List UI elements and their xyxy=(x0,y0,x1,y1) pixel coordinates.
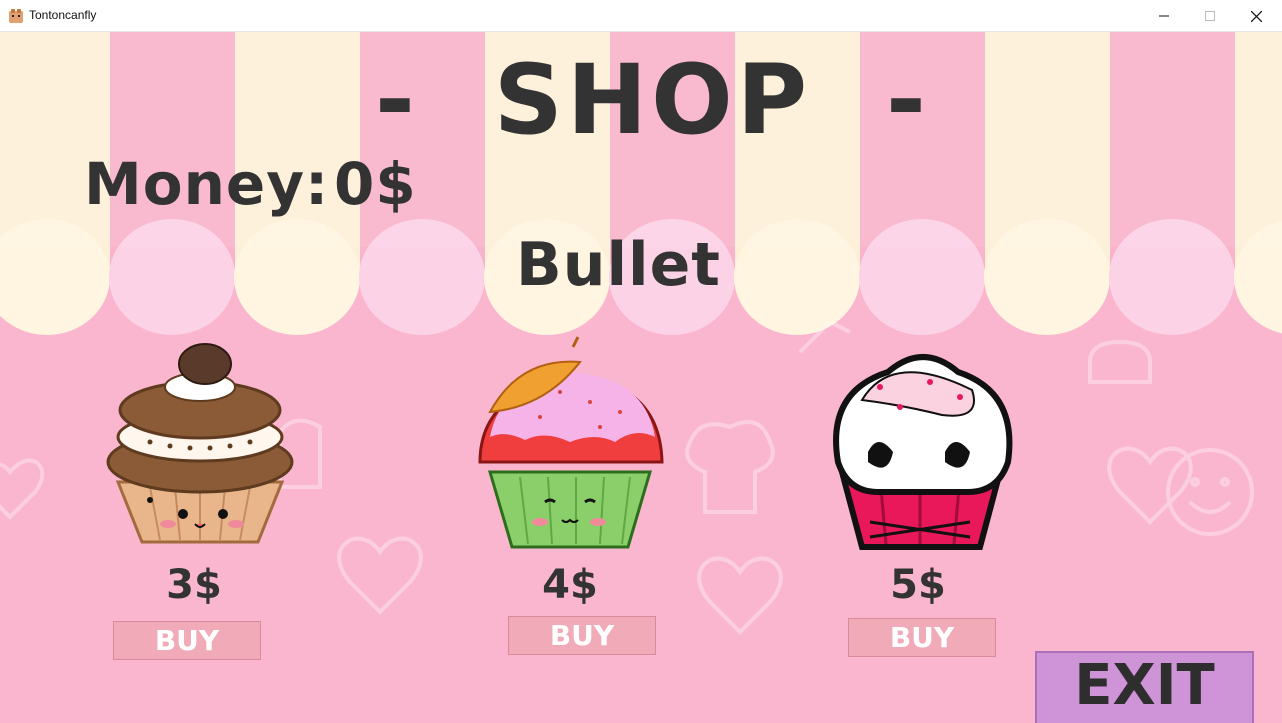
category-title: Bullet xyxy=(516,230,721,300)
minimize-button[interactable] xyxy=(1141,0,1187,32)
maximize-icon xyxy=(1205,11,1215,21)
cupcake-skull-image xyxy=(833,354,1013,550)
window-titlebar: Tontoncanfly xyxy=(0,0,1282,32)
buy-button-item-3[interactable]: BUY xyxy=(848,618,996,657)
close-icon xyxy=(1250,10,1262,22)
exit-button[interactable]: EXIT xyxy=(1035,651,1254,723)
item-2-price: 4$ xyxy=(542,562,598,608)
buy-button-item-2[interactable]: BUY xyxy=(508,616,656,655)
money-value: 0$ xyxy=(334,150,417,218)
close-button[interactable] xyxy=(1233,0,1279,32)
maximize-button[interactable] xyxy=(1187,0,1233,32)
item-3-price: 5$ xyxy=(890,562,946,608)
money-label: Money: xyxy=(84,150,330,218)
window-title: Tontoncanfly xyxy=(29,8,97,22)
item-1-price: 3$ xyxy=(166,562,222,608)
shop-title: - SHOP - xyxy=(375,44,930,156)
shop-screen: - SHOP - Money: 0$ Bullet 3$ 4$ 5$ BUY B… xyxy=(0,32,1282,723)
buy-button-item-1[interactable]: BUY xyxy=(113,621,261,660)
app-icon xyxy=(9,9,23,23)
minimize-icon xyxy=(1159,15,1169,17)
